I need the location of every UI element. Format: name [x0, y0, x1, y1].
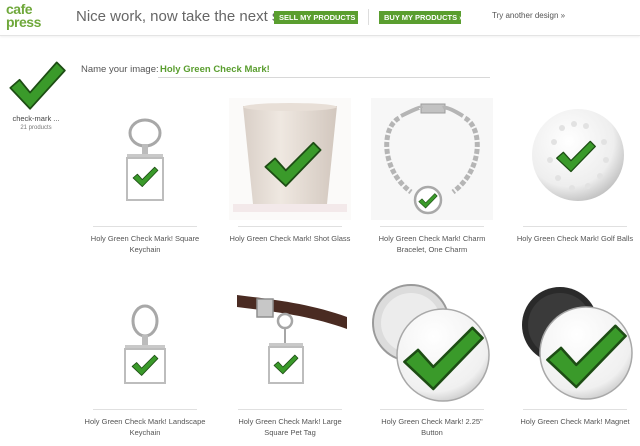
square-keychain-icon [126, 118, 164, 201]
product-divider [93, 226, 197, 227]
product-card-charm-bracelet[interactable]: Holy Green Check Mark! Charm Bracelet, O… [371, 98, 493, 273]
product-divider [238, 226, 342, 227]
buy-my-products-button[interactable]: BUY MY PRODUCTS » [379, 11, 463, 24]
product-card-shot-glass[interactable]: Holy Green Check Mark! Shot Glass [229, 98, 351, 273]
product-card-magnet[interactable]: Holy Green Check Mark! Magnet [514, 281, 636, 446]
product-title: Holy Green Check Mark! Shot Glass [229, 234, 351, 243]
product-divider [523, 226, 627, 227]
button-pin-icon [372, 284, 490, 402]
landscape-keychain-icon [124, 304, 166, 384]
product-card-button[interactable]: Holy Green Check Mark! 2.25" Button [371, 281, 493, 446]
shot-glass-icon [229, 98, 351, 220]
image-name-input[interactable] [158, 61, 490, 78]
product-card-square-keychain[interactable]: Holy Green Check Mark! Square Keychain [84, 98, 206, 273]
pet-tag-icon [237, 295, 347, 384]
product-title: Holy Green Check Mark! Large Square Pet … [238, 417, 342, 437]
product-divider [380, 409, 484, 410]
product-title: Holy Green Check Mark! 2.25" Button [381, 417, 483, 437]
product-divider [238, 409, 342, 410]
design-name: check-mark ... [12, 114, 60, 123]
logo-line-press: press [6, 14, 41, 30]
product-title: Holy Green Check Mark! Golf Balls [516, 234, 634, 243]
cafepress-logo[interactable]: cafe press [6, 2, 46, 33]
product-title: Holy Green Check Mark! Charm Bracelet, O… [378, 234, 486, 254]
design-product-count: 21 products [20, 125, 52, 131]
design-thumbnail-check-icon[interactable] [8, 56, 66, 114]
charm-bracelet-icon [371, 98, 493, 220]
product-title: Holy Green Check Mark! Magnet [520, 417, 630, 426]
golf-ball-icon [532, 109, 624, 201]
magnet-icon [522, 287, 633, 400]
product-divider [523, 409, 627, 410]
try-another-design-link[interactable]: Try another design » [492, 11, 565, 20]
product-card-golf-balls[interactable]: Holy Green Check Mark! Golf Balls [514, 98, 636, 273]
name-image-label: Name your image: [81, 64, 159, 75]
header-divider [368, 9, 369, 25]
product-title: Holy Green Check Mark! Square Keychain [90, 234, 200, 254]
product-card-pet-tag[interactable]: Holy Green Check Mark! Large Square Pet … [229, 281, 351, 446]
product-divider [93, 409, 197, 410]
product-card-landscape-keychain[interactable]: Holy Green Check Mark! Landscape Keychai… [84, 281, 206, 446]
product-divider [380, 226, 484, 227]
next-step-headline: Nice work, now take the next step: [76, 8, 305, 25]
top-header: cafe press Nice work, now take the next … [0, 0, 640, 36]
sell-my-products-button[interactable]: SELL MY PRODUCTS » [274, 11, 362, 24]
product-title: Holy Green Check Mark! Landscape Keychai… [84, 417, 206, 437]
